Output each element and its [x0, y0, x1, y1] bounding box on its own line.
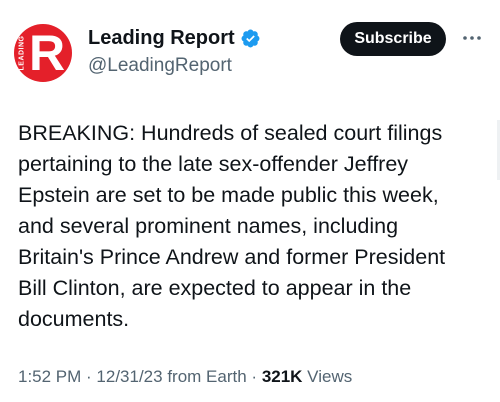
avatar[interactable]: LEADING R — [14, 24, 72, 82]
tweet: LEADING R Leading Report @LeadingReport … — [0, 0, 500, 402]
views-count[interactable]: 321K — [262, 367, 303, 386]
display-name[interactable]: Leading Report — [88, 26, 235, 50]
subscribe-button[interactable]: Subscribe — [340, 22, 446, 56]
tweet-source: from Earth — [162, 367, 247, 386]
author-handle[interactable]: @LeadingReport — [88, 54, 232, 78]
tweet-date[interactable]: 12/31/23 — [96, 367, 162, 386]
tweet-text: BREAKING: Hundreds of sealed court filin… — [18, 121, 446, 331]
more-dots-icon[interactable] — [460, 30, 484, 46]
meta-separator: · — [81, 367, 97, 386]
author-name-row: Leading Report — [88, 26, 261, 50]
verified-badge-icon — [241, 29, 260, 47]
avatar-letter: R — [29, 25, 66, 81]
meta-separator: · — [246, 367, 262, 386]
views-label: Views — [302, 367, 353, 386]
tweet-meta: 1:52 PM · 12/31/23 from Earth · 321K Vie… — [18, 366, 352, 388]
avatar-side-text: LEADING — [18, 35, 26, 71]
tweet-time[interactable]: 1:52 PM — [18, 367, 81, 386]
